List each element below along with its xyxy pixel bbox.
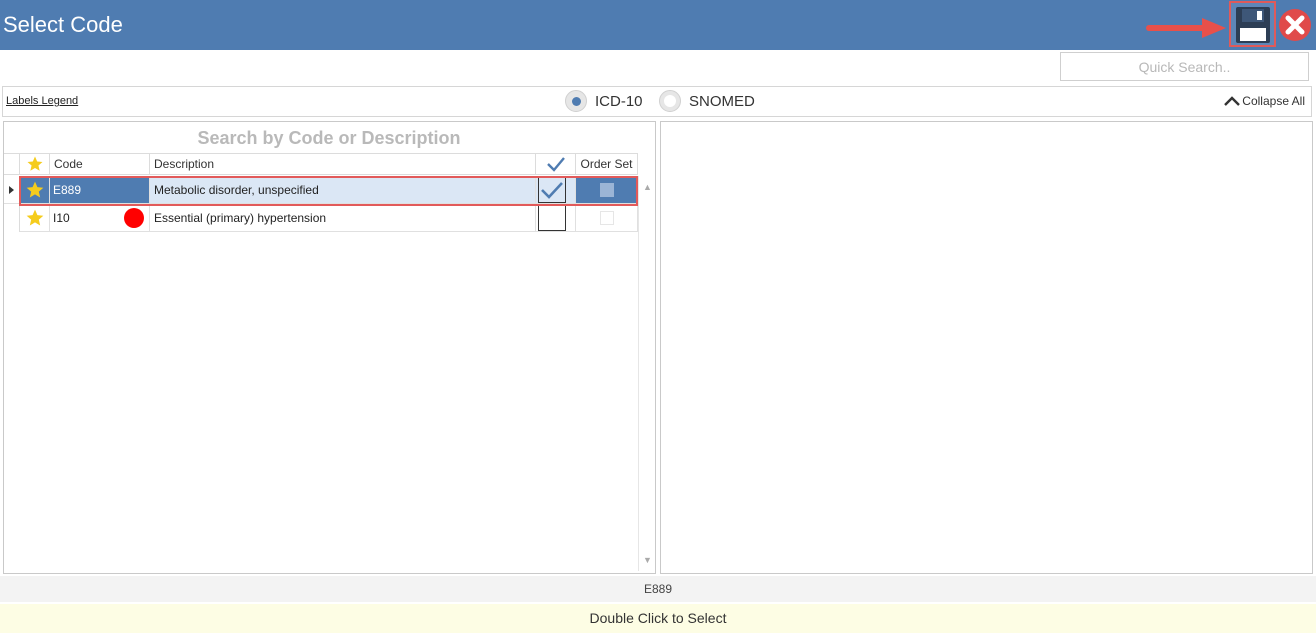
- chevron-up-icon: [1224, 96, 1241, 106]
- radio-icd10[interactable]: ICD-10: [565, 89, 643, 113]
- order-set-checkbox[interactable]: [576, 204, 638, 232]
- vertical-scrollbar[interactable]: ▲ ▼: [638, 176, 655, 571]
- scroll-up-icon[interactable]: ▲: [643, 182, 652, 192]
- order-set-checkbox[interactable]: [576, 176, 638, 204]
- description-cell: Metabolic disorder, unspecified: [150, 176, 536, 204]
- code-search-grid: Search by Code or Description Code Descr…: [3, 121, 656, 574]
- title-bar: Select Code: [0, 0, 1316, 50]
- double-click-hint: Double Click to Select: [0, 604, 1316, 633]
- row-indicator-header: [4, 153, 20, 175]
- radio-icd10-label: ICD-10: [595, 92, 643, 110]
- code-system-toolbar: Labels Legend ICD-10 SNOMED Collapse All: [2, 86, 1312, 117]
- select-checkbox[interactable]: [536, 176, 576, 204]
- collapse-all-button[interactable]: Collapse All: [1224, 94, 1305, 108]
- row-pointer-icon: [9, 186, 14, 194]
- checkbox-checked: [538, 177, 566, 203]
- favorite-cell[interactable]: [20, 176, 50, 204]
- checkmark-icon: [541, 182, 563, 199]
- details-panel: [660, 121, 1313, 574]
- grid-title: Search by Code or Description: [197, 128, 461, 148]
- code-cell: I10: [50, 204, 150, 232]
- description-cell: Essential (primary) hypertension: [150, 204, 536, 232]
- favorite-column-header[interactable]: [20, 153, 50, 175]
- star-icon: [27, 156, 43, 171]
- favorite-cell[interactable]: [20, 204, 50, 232]
- scroll-down-icon[interactable]: ▼: [643, 555, 652, 565]
- selected-code-status: E889: [0, 576, 1316, 602]
- order-set-box: [600, 183, 614, 197]
- red-status-dot-icon: [124, 208, 144, 228]
- select-checkbox[interactable]: [536, 204, 576, 232]
- select-column-header[interactable]: [536, 153, 576, 175]
- collapse-all-label: Collapse All: [1242, 94, 1305, 108]
- star-icon: [26, 209, 44, 226]
- save-button[interactable]: [1229, 1, 1276, 47]
- order-set-column-header[interactable]: Order Set: [576, 153, 638, 175]
- code-column-header[interactable]: Code: [50, 153, 150, 175]
- labels-legend-link[interactable]: Labels Legend: [6, 95, 78, 107]
- floppy-disk-icon: [1236, 7, 1270, 43]
- description-column-header[interactable]: Description: [150, 153, 536, 175]
- code-cell: E889: [50, 176, 150, 204]
- checkmark-icon: [547, 157, 565, 172]
- radio-selected-icon: [565, 90, 587, 112]
- star-icon: [26, 181, 44, 198]
- radio-snomed[interactable]: SNOMED: [659, 89, 755, 113]
- order-set-box: [600, 211, 614, 225]
- radio-snomed-label: SNOMED: [689, 92, 755, 110]
- checkbox-unchecked: [538, 205, 566, 231]
- annotation-arrow: [1146, 18, 1226, 38]
- window-title: Select Code: [3, 12, 123, 37]
- code-text: I10: [53, 211, 70, 225]
- close-icon[interactable]: [1278, 8, 1312, 42]
- radio-unselected-icon: [659, 90, 681, 112]
- row-indicator: [4, 204, 20, 232]
- quick-search-input[interactable]: [1060, 52, 1309, 81]
- row-indicator: [4, 176, 20, 204]
